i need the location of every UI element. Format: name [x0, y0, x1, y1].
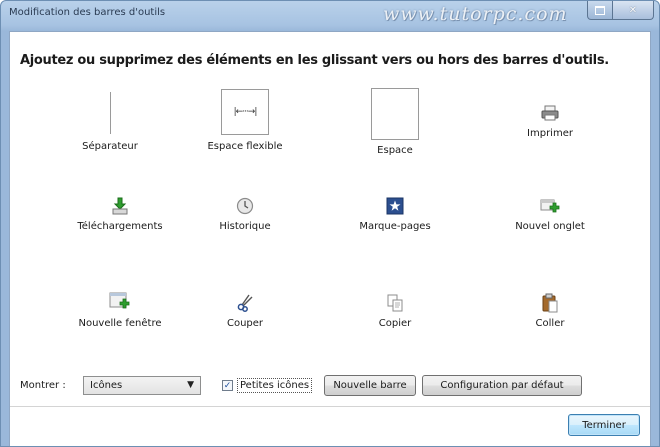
paste-clipboard-icon	[541, 292, 559, 314]
close-icon: ✕	[628, 4, 638, 16]
show-label: Montrer :	[20, 380, 66, 391]
restore-default-button[interactable]: Configuration par défaut	[422, 375, 582, 396]
palette-item-bookmarks[interactable]: Marque-pages	[325, 195, 465, 232]
palette-item-label: Téléchargements	[77, 221, 163, 232]
palette-item-space[interactable]: Espace	[325, 87, 465, 156]
new-tab-icon	[540, 195, 560, 217]
palette-item-new-window[interactable]: Nouvelle fenêtre	[50, 290, 190, 329]
palette-item-label: Espace	[377, 145, 413, 156]
instructions-text: Ajoutez ou supprimez des éléments en les…	[20, 53, 609, 68]
divider	[10, 406, 650, 407]
palette-item-label: Nouvelle fenêtre	[78, 318, 162, 329]
copy-icon	[386, 292, 404, 314]
maximize-button[interactable]	[587, 1, 613, 20]
chevron-down-icon: ▼	[187, 380, 194, 390]
bookmark-star-icon	[386, 195, 404, 217]
small-icons-label[interactable]: Petites icônes	[237, 378, 313, 393]
history-clock-icon	[236, 195, 254, 217]
palette-item-label: Marque-pages	[359, 221, 431, 232]
scissors-icon	[236, 292, 254, 314]
palette-item-label: Imprimer	[527, 128, 573, 139]
palette-item-copy[interactable]: Copier	[325, 292, 465, 329]
separator-icon	[109, 87, 111, 137]
watermark: www.tutorpc.com	[383, 3, 568, 25]
palette-item-label: Historique	[219, 221, 271, 232]
palette-item-downloads[interactable]: Téléchargements	[50, 195, 190, 232]
close-button[interactable]: ✕	[612, 1, 654, 20]
small-icons-option[interactable]: ✓ Petites icônes	[222, 376, 313, 395]
new-toolbar-button[interactable]: Nouvelle barre	[324, 375, 416, 396]
small-icons-checkbox[interactable]: ✓	[222, 380, 233, 391]
palette-item-print[interactable]: Imprimer	[480, 102, 620, 139]
palette-item-label: Copier	[378, 318, 412, 329]
customize-toolbars-dialog: Modification des barres d'outils www.tut…	[0, 0, 660, 447]
maximize-icon	[595, 5, 605, 15]
palette-item-separator[interactable]: Séparateur	[40, 87, 180, 152]
download-icon	[111, 195, 129, 217]
palette-item-new-tab[interactable]: Nouvel onglet	[480, 195, 620, 232]
palette-item-label: Coller	[535, 318, 565, 329]
options-row: Montrer : Icônes ▼ ✓ Petites icônes Nouv…	[10, 373, 650, 399]
show-mode-value: Icônes	[90, 380, 123, 391]
show-mode-select[interactable]: Icônes ▼	[83, 376, 201, 395]
done-button[interactable]: Terminer	[568, 414, 640, 436]
palette-item-label: Couper	[226, 318, 264, 329]
palette-item-label: Espace flexible	[207, 141, 283, 152]
palette-item-flexible-space[interactable]: |←···→| Espace flexible	[175, 87, 315, 152]
window-title: Modification des barres d'outils	[9, 7, 166, 18]
palette-item-history[interactable]: Historique	[175, 195, 315, 232]
palette-item-cut[interactable]: Couper	[175, 292, 315, 329]
space-icon	[371, 87, 419, 141]
palette-item-paste[interactable]: Coller	[480, 292, 620, 329]
flexible-space-icon: |←···→|	[221, 87, 269, 137]
palette-item-label: Séparateur	[82, 141, 138, 152]
printer-icon	[541, 102, 559, 124]
title-bar[interactable]: Modification des barres d'outils www.tut…	[1, 1, 659, 31]
new-window-icon	[109, 290, 131, 314]
dialog-content: Ajoutez ou supprimez des éléments en les…	[9, 31, 651, 446]
palette-item-label: Nouvel onglet	[515, 221, 585, 232]
